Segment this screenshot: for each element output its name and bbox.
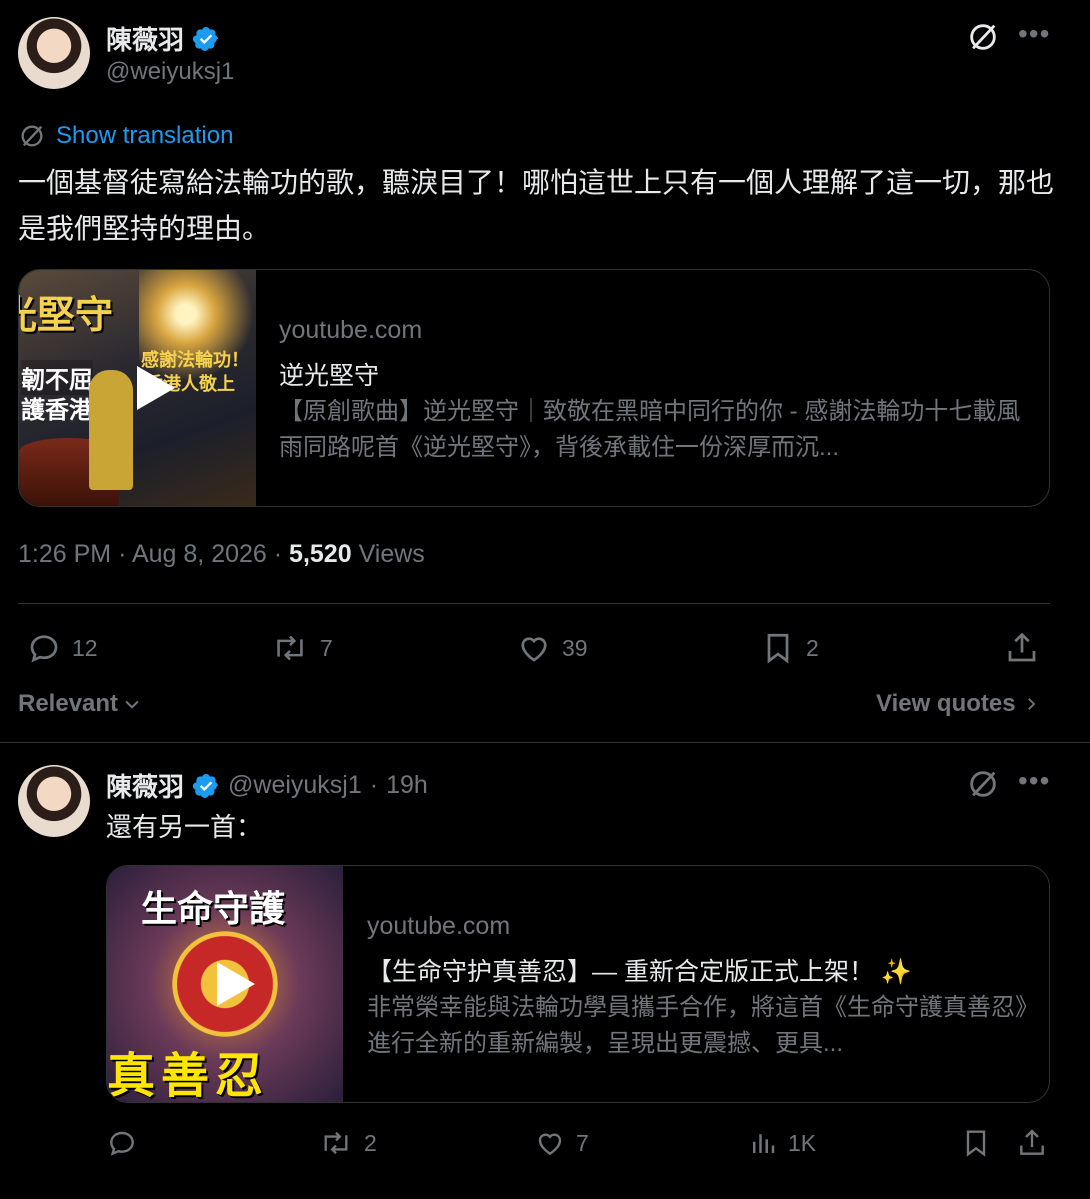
- main-tweet: 陳薇羽 @weiyuksj1 ••• Show translation 一個基督…: [0, 0, 1090, 740]
- bookmark-button[interactable]: 2: [760, 630, 819, 666]
- thumb-title-text: 光堅守: [19, 293, 114, 337]
- play-icon[interactable]: [119, 356, 183, 420]
- more-options-icon[interactable]: •••: [1018, 765, 1050, 797]
- views-count: 5,520: [289, 540, 352, 568]
- card-thumbnail[interactable]: 光堅守 韌不屈 護香港 感謝法輪功！ 香港人敬上: [19, 270, 256, 506]
- bookmark-count: 2: [806, 634, 819, 661]
- avatar[interactable]: [18, 765, 90, 837]
- analytics-icon: [753, 1134, 775, 1153]
- thumb-top-text: 生命守護: [141, 888, 286, 929]
- tweet-time[interactable]: 1:26 PM: [18, 540, 111, 568]
- share-icon[interactable]: [1016, 1127, 1048, 1159]
- repost-count: 7: [320, 634, 333, 661]
- reply-button[interactable]: 12: [26, 630, 98, 666]
- like-button[interactable]: 7: [534, 1127, 589, 1159]
- heart-icon: [538, 1133, 562, 1156]
- author-name[interactable]: 陳薇羽: [106, 767, 184, 804]
- tweet-text: 還有另一首：: [106, 812, 263, 842]
- card-domain: youtube.com: [367, 912, 511, 940]
- reply-icon: [30, 635, 58, 663]
- avatar[interactable]: [18, 17, 90, 89]
- chevron-right-icon: [1027, 698, 1035, 710]
- bookmark-icon: [767, 633, 789, 664]
- reply-count: 12: [72, 634, 98, 661]
- share-icon[interactable]: [1004, 630, 1040, 666]
- verified-badge-icon: [192, 773, 218, 798]
- card-title: 逆光堅守: [279, 362, 380, 390]
- thumb-text-3: 護香港: [21, 397, 93, 424]
- translate-icon: [21, 125, 43, 147]
- views-count: 1K: [788, 1129, 817, 1156]
- reply-tweet[interactable]: 陳薇羽 @weiyuksj1 · 19h ••• 還有另一首： 生命守護 真善忍…: [0, 743, 1090, 1199]
- grok-icon[interactable]: [966, 20, 1000, 54]
- card-thumbnail[interactable]: 生命守護 真善忍: [107, 866, 343, 1102]
- repost-button[interactable]: 7: [270, 630, 333, 666]
- tweet-time-ago[interactable]: 19h: [386, 771, 428, 800]
- link-card[interactable]: 光堅守 韌不屈 護香港 感謝法輪功！ 香港人敬上 youtube.com 逆光堅…: [18, 269, 1050, 507]
- sort-dropdown[interactable]: Relevant: [18, 690, 142, 718]
- repost-count: 2: [364, 1129, 377, 1156]
- card-description: 【原創歌曲】逆光堅守｜致敬在黑暗中同行的你 - 感謝法輪功十七載風雨同路呢首《逆…: [279, 398, 1021, 461]
- view-quotes-link[interactable]: View quotes: [876, 690, 1040, 718]
- more-options-icon[interactable]: •••: [1018, 18, 1050, 50]
- separator-dot: ·: [369, 771, 379, 799]
- play-icon[interactable]: [199, 952, 263, 1016]
- author-handle[interactable]: @weiyuksj1: [228, 771, 362, 800]
- repost-icon: [324, 1131, 348, 1155]
- author-name[interactable]: 陳薇羽: [106, 20, 184, 57]
- card-title: 【生命守护真善忍】— 重新合定版正式上架！ ✨: [367, 958, 913, 986]
- separator-dot: ·: [273, 540, 290, 568]
- show-translation-link[interactable]: Show translation: [56, 122, 233, 150]
- divider: [18, 603, 1050, 604]
- tweet-date[interactable]: Aug 8, 2026: [132, 540, 267, 568]
- author-handle[interactable]: @weiyuksj1: [106, 58, 234, 86]
- card-description: 非常榮幸能與法輪功學員攜手合作，將這首《生命守護真善忍》進行全新的重新編製，呈現…: [367, 994, 1027, 1057]
- sort-label: Relevant: [18, 690, 119, 717]
- like-count: 7: [576, 1129, 589, 1156]
- link-card[interactable]: 生命守護 真善忍 youtube.com 【生命守护真善忍】— 重新合定版正式上…: [106, 865, 1050, 1103]
- verified-badge-icon: [192, 26, 218, 51]
- reply-button[interactable]: [106, 1127, 148, 1159]
- separator-dot: ·: [118, 540, 132, 568]
- bookmark-icon[interactable]: [960, 1127, 992, 1159]
- view-quotes-label: View quotes: [876, 690, 1016, 717]
- views-label: Views: [358, 540, 425, 568]
- reply-icon: [110, 1131, 134, 1156]
- repost-icon: [277, 635, 303, 661]
- tweet-text: 一個基督徒寫給法輪功的歌，聽淚目了！哪怕這世上只有一個人理解了這一切，那也是我們…: [18, 167, 1055, 244]
- repost-button[interactable]: 2: [318, 1127, 377, 1159]
- chevron-down-icon: [125, 700, 139, 709]
- heart-icon: [521, 637, 547, 662]
- like-count: 39: [562, 634, 588, 661]
- grok-icon[interactable]: [966, 767, 1000, 801]
- card-domain: youtube.com: [279, 316, 423, 344]
- thumb-bottom-text: 真善忍: [107, 1048, 270, 1102]
- like-button[interactable]: 39: [516, 630, 588, 666]
- views-button[interactable]: 1K: [748, 1127, 816, 1159]
